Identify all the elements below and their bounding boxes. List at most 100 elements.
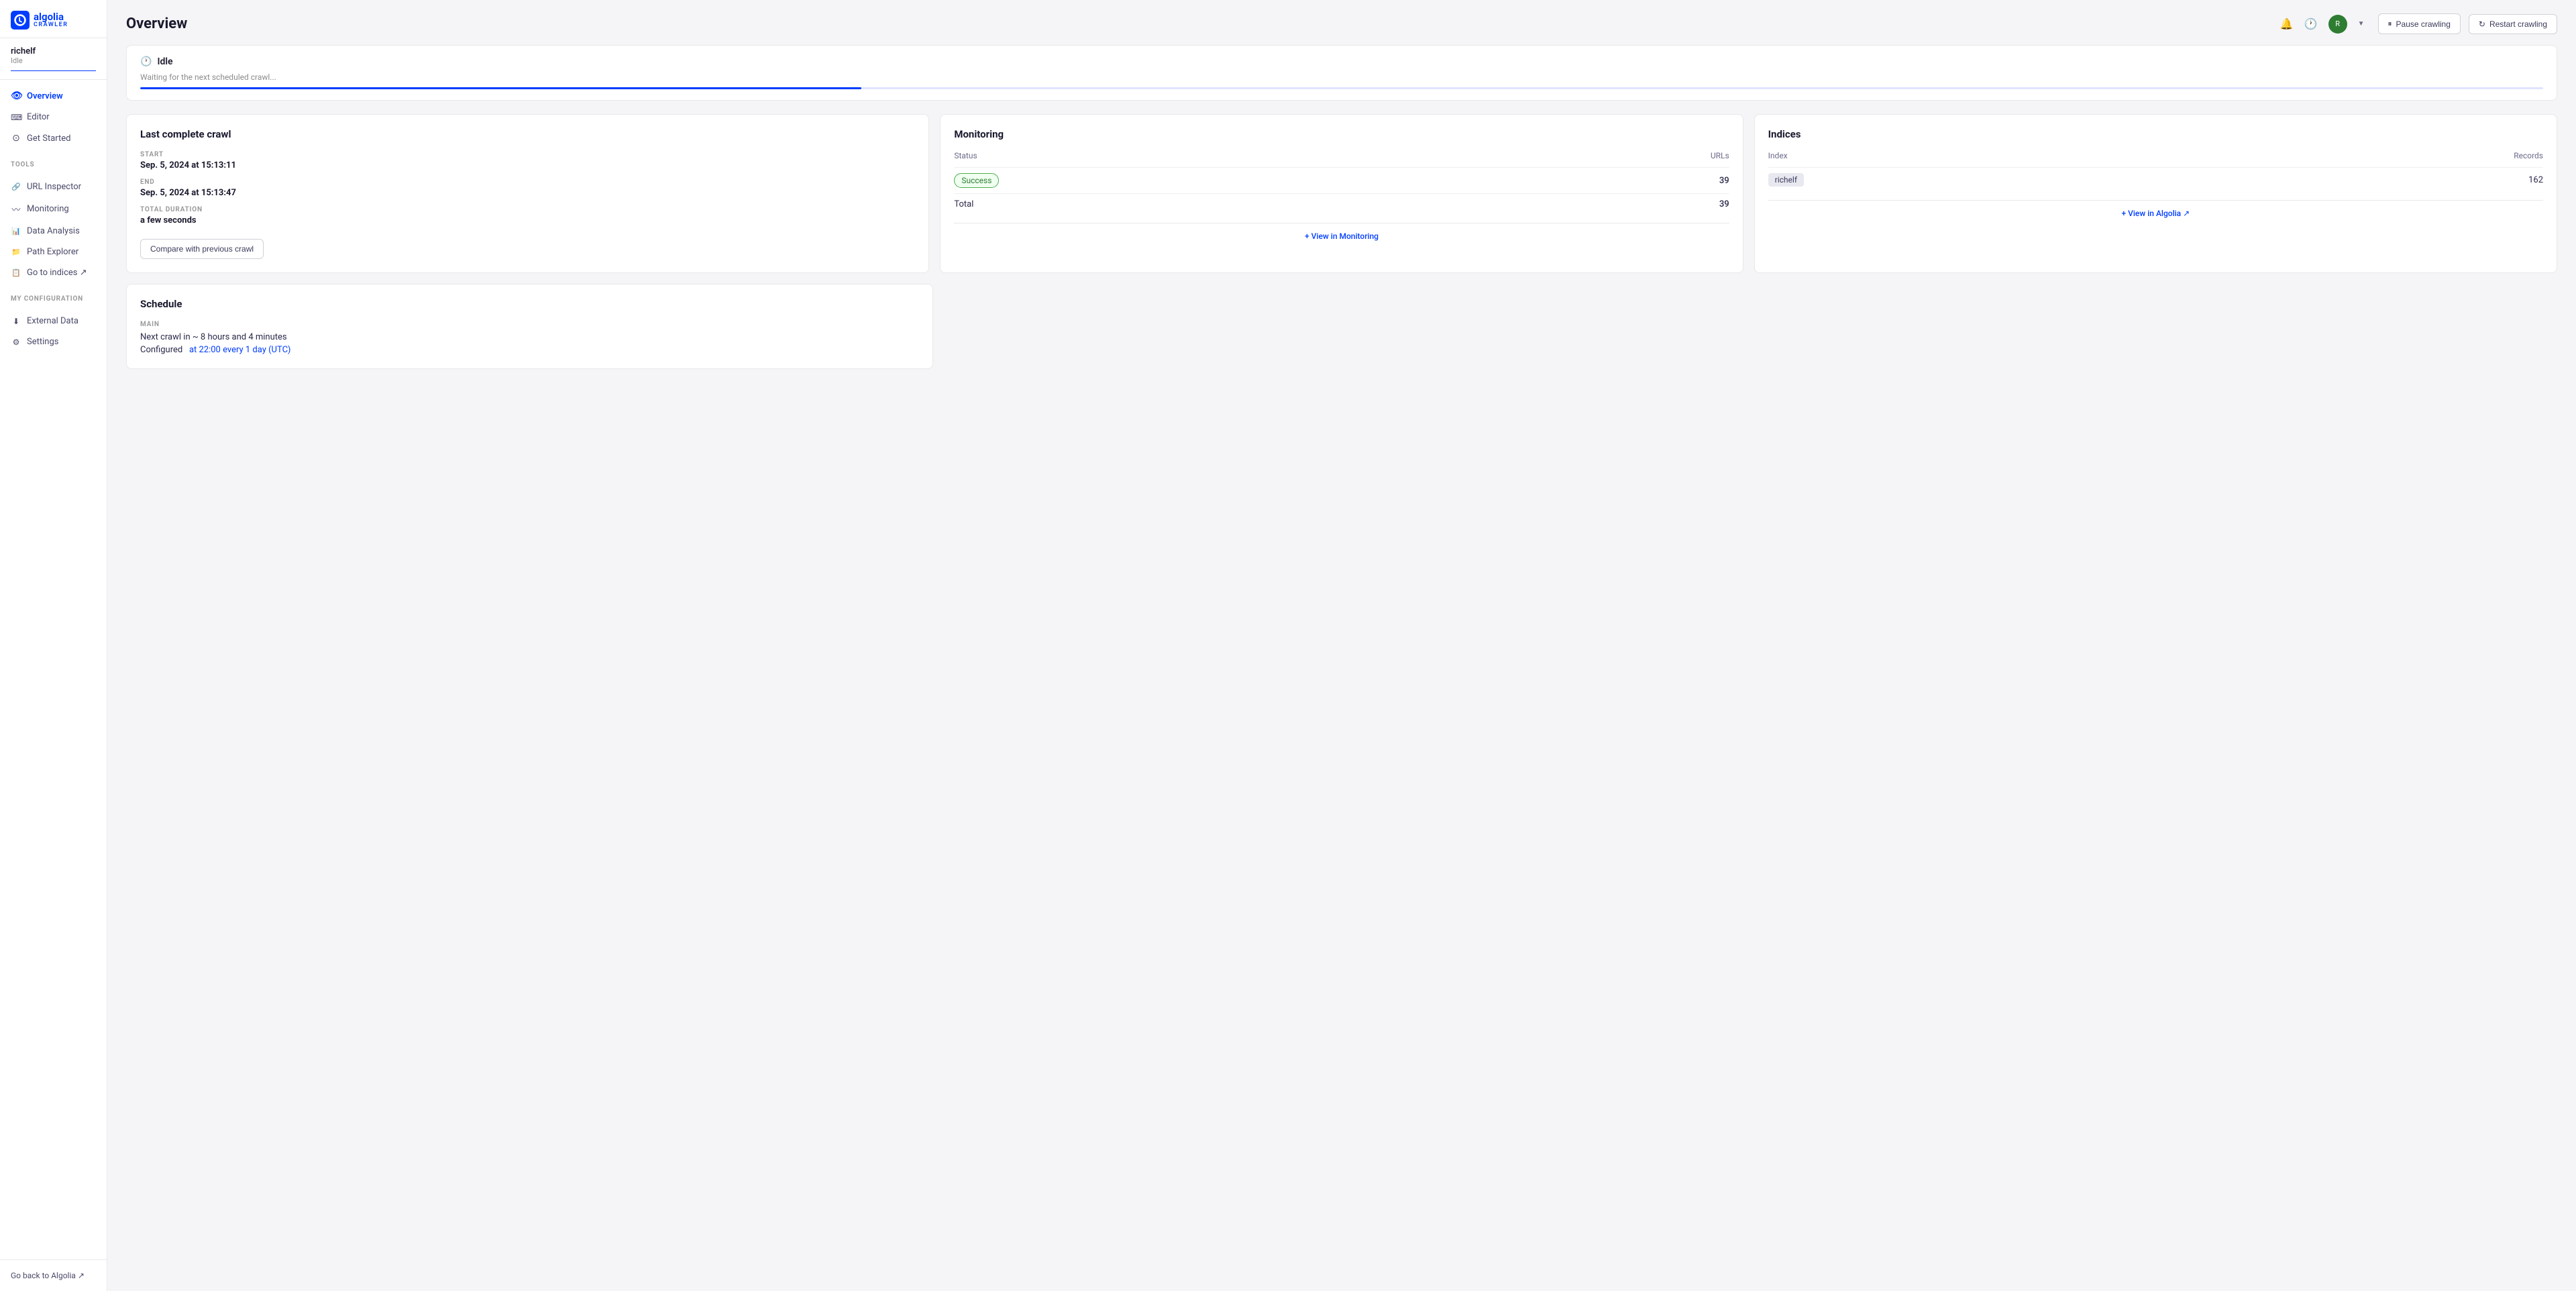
sidebar-item-path-explorer[interactable]: 📁 Path Explorer [0,242,107,262]
settings-icon: ⚙ [11,338,21,347]
url-inspector-icon: 🔗 [11,183,21,191]
crawl-end-value: Sep. 5, 2024 at 15:13:47 [140,188,915,198]
sidebar-item-editor[interactable]: ⌨ Editor [0,107,107,127]
topbar: Overview 🔔 🕐 R ▼ ⏸ Pause crawling ↻ Rest… [107,0,2576,45]
schedule-configured-row: Configured at 22:00 every 1 day (UTC) [140,345,919,355]
clock-icon[interactable]: 🕐 [2304,17,2318,30]
sidebar-item-data-analysis-label: Data Analysis [27,226,80,236]
main-nav: 👁 Overview ⌨ Editor ⊙ Get Started [0,80,107,154]
go-back-to-algolia-link[interactable]: Go back to Algolia ↗ [11,1271,96,1280]
records-col-label: Records [2514,151,2543,160]
logo: algolia CRAWLER [11,11,96,30]
sidebar-item-path-explorer-label: Path Explorer [27,247,78,257]
external-data-icon: ⬇ [11,317,21,326]
crawl-end-field: END Sep. 5, 2024 at 15:13:47 [140,178,915,198]
second-row: Schedule MAIN Next crawl in ~ 8 hours an… [126,284,2557,369]
algolia-logo-icon [11,11,30,30]
sidebar-item-go-to-indices[interactable]: 📋 Go to indices ↗ [0,262,107,283]
sidebar-item-data-analysis[interactable]: 📊 Data Analysis [0,221,107,242]
sidebar-item-settings[interactable]: ⚙ Settings [0,331,107,352]
crawl-start-label: START [140,151,915,158]
user-divider [11,70,96,71]
status-subtitle: Waiting for the next scheduled crawl... [140,72,2543,82]
go-back-label: Go back to Algolia ↗ [11,1271,85,1280]
topbar-icons: 🔔 🕐 R ▼ [2280,15,2365,34]
monitoring-card: Monitoring Status URLs Success 39 Total … [940,114,1743,273]
chevron-down-icon[interactable]: ▼ [2358,20,2365,28]
last-crawl-card: Last complete crawl START Sep. 5, 2024 a… [126,114,929,273]
sidebar-item-monitoring-label: Monitoring [27,204,69,214]
schedule-card: Schedule MAIN Next crawl in ~ 8 hours an… [126,284,933,369]
user-avatar[interactable]: R [2328,15,2347,34]
restart-crawling-button[interactable]: ↻ Restart crawling [2469,14,2557,34]
sidebar-item-get-started-label: Get Started [27,134,70,144]
compare-with-previous-crawl-button[interactable]: Compare with previous crawl [140,239,264,259]
content-area: 🕐 Idle Waiting for the next scheduled cr… [107,45,2576,388]
topbar-right: 🔔 🕐 R ▼ ⏸ Pause crawling ↻ Restart crawl… [2280,13,2557,34]
cards-grid: Last complete crawl START Sep. 5, 2024 a… [126,114,2557,273]
sidebar-item-url-inspector-label: URL Inspector [27,182,81,192]
logo-crawler-text: CRAWLER [34,22,68,29]
restart-icon: ↻ [2479,19,2485,29]
editor-icon: ⌨ [11,113,21,122]
notification-icon[interactable]: 🔔 [2280,17,2294,30]
pause-crawling-button[interactable]: ⏸ Pause crawling [2378,13,2461,34]
view-in-monitoring-link[interactable]: + View in Monitoring [954,223,1729,249]
user-section: richelf Idle [0,38,107,80]
page-title: Overview [126,15,187,32]
sidebar-item-external-data[interactable]: ⬇ External Data [0,311,107,331]
status-progress-bar-fill [140,87,861,89]
status-title: Idle [157,56,172,67]
sidebar-item-external-data-label: External Data [27,316,78,326]
view-monitoring-label: + View in Monitoring [1305,231,1379,241]
schedule-next-crawl: Next crawl in ~ 8 hours and 4 minutes [140,332,919,342]
monitoring-total-value: 39 [1719,199,1729,209]
sidebar-item-get-started[interactable]: ⊙ Get Started [0,127,107,149]
sidebar-item-monitoring[interactable]: 〰 Monitoring [0,197,107,221]
monitoring-status-col: Status [954,151,977,160]
user-status: Idle [11,56,96,65]
sidebar: algolia CRAWLER richelf Idle 👁 Overview … [0,0,107,1291]
schedule-configured-link[interactable]: at 22:00 every 1 day (UTC) [189,345,290,355]
config-section-label: MY CONFIGURATION [0,289,107,305]
get-started-icon: ⊙ [11,133,21,144]
monitoring-urls-col: URLs [1711,151,1729,160]
crawl-duration-label: TOTAL DURATION [140,206,915,213]
monitoring-total-label: Total [954,199,973,209]
monitoring-table-header: Status URLs [954,151,1729,160]
view-algolia-label: + View in Algolia ↗ [2121,209,2190,218]
logo-text: algolia CRAWLER [34,11,68,29]
path-explorer-icon: 📁 [11,248,21,256]
monitoring-card-title: Monitoring [954,128,1729,140]
user-name: richelf [11,46,96,56]
overview-icon: 👁 [11,91,21,101]
success-badge: Success [954,173,999,188]
sidebar-item-editor-label: Editor [27,112,50,122]
crawl-end-label: END [140,178,915,186]
pause-crawling-label: Pause crawling [2396,19,2451,29]
idle-status-icon: 🕐 [140,56,152,67]
pause-icon: ⏸ [2388,19,2392,29]
index-row: richelf 162 [1768,167,2543,192]
main-content: Overview 🔔 🕐 R ▼ ⏸ Pause crawling ↻ Rest… [107,0,2576,1291]
sidebar-item-overview[interactable]: 👁 Overview [0,85,107,107]
sidebar-item-settings-label: Settings [27,337,58,347]
monitoring-success-value: 39 [1719,176,1729,186]
sidebar-item-overview-label: Overview [27,91,63,101]
restart-crawling-label: Restart crawling [2489,19,2547,29]
status-row: 🕐 Idle [140,56,2543,67]
view-in-algolia-link[interactable]: + View in Algolia ↗ [1768,200,2543,226]
monitoring-success-row: Success 39 [954,167,1729,193]
indices-table-header: Index Records [1768,151,2543,160]
crawl-duration-value: a few seconds [140,215,915,225]
compare-btn-label: Compare with previous crawl [150,244,254,254]
logo-algolia-text: algolia [34,11,68,23]
crawl-start-field: START Sep. 5, 2024 at 15:13:11 [140,151,915,170]
status-progress-bar-container [140,87,2543,89]
sidebar-item-url-inspector[interactable]: 🔗 URL Inspector [0,176,107,197]
sidebar-item-go-to-indices-label: Go to indices ↗ [27,268,87,278]
schedule-configured-label: Configured [140,345,182,355]
sidebar-logo-section: algolia CRAWLER [0,0,107,38]
indices-card-title: Indices [1768,128,2543,140]
config-nav: ⬇ External Data ⚙ Settings [0,305,107,358]
